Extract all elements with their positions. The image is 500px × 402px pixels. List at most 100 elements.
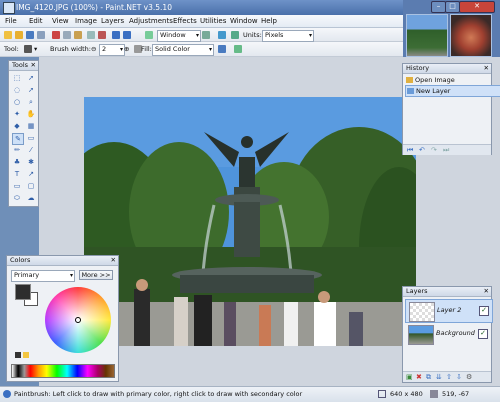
swap-colors-icon[interactable] — [15, 352, 21, 358]
line-icon[interactable]: ↗ — [26, 169, 36, 179]
layer-thumbnail — [408, 325, 434, 345]
move-selection-icon[interactable]: ➚ — [26, 73, 36, 83]
brush-width-input[interactable]: 2 ▾ — [99, 44, 125, 56]
menu-utilities[interactable]: Utilities — [200, 17, 226, 25]
zoom-in-icon[interactable] — [202, 31, 210, 39]
menu-view[interactable]: View — [52, 17, 69, 25]
undo-icon[interactable]: ↶ — [419, 146, 425, 154]
image-tab-second[interactable] — [450, 14, 492, 57]
chevron-down-icon: ▾ — [308, 32, 312, 39]
units-value: Pixels — [265, 31, 284, 39]
redo-icon[interactable]: ↷ — [431, 146, 437, 154]
increase-icon[interactable]: ⊕ — [124, 45, 129, 53]
open-icon[interactable] — [15, 31, 23, 39]
menu-edit[interactable]: Edit — [29, 17, 43, 25]
minimize-button[interactable]: – — [431, 1, 446, 13]
units-dropdown[interactable]: Pixels ▾ — [262, 30, 314, 42]
decrease-icon[interactable]: ⊖ — [91, 45, 96, 53]
rectangle-icon[interactable]: ▭ — [12, 181, 22, 191]
image-tabs-strip: – □ ✕ — [403, 0, 500, 57]
cut-icon[interactable] — [52, 31, 60, 39]
menu-layers[interactable]: Layers — [101, 17, 124, 25]
print-icon[interactable] — [37, 31, 45, 39]
antialiasing-icon[interactable] — [218, 45, 226, 53]
paste-icon[interactable] — [74, 31, 82, 39]
image-canvas[interactable] — [84, 97, 416, 346]
color-picker-icon[interactable]: ⁄ — [26, 145, 36, 155]
clone-stamp-icon[interactable]: ♣ — [12, 157, 22, 167]
ellipse-select-icon[interactable]: ○ — [12, 97, 22, 107]
history-item[interactable]: Open Image — [405, 75, 499, 85]
new-icon[interactable] — [4, 31, 12, 39]
layer-visibility-checkbox[interactable]: ✓ — [478, 329, 488, 339]
fast-forward-icon[interactable]: ⏭ — [443, 146, 449, 155]
merge-layer-icon[interactable]: ⇊ — [436, 373, 442, 381]
move-up-icon[interactable]: ⇧ — [446, 373, 452, 381]
fill-dropdown[interactable]: Solid Color ▾ — [152, 44, 214, 56]
text-icon[interactable]: T — [12, 169, 22, 179]
menu-window[interactable]: Window — [230, 17, 258, 25]
magic-wand-icon[interactable]: ✦ — [12, 109, 22, 119]
menu-file[interactable]: File — [5, 17, 17, 25]
freeform-shape-icon[interactable]: ☁ — [26, 193, 36, 203]
menu-effects[interactable]: Effects — [173, 17, 197, 25]
layer-row-selected[interactable]: Layer 2 ✓ — [405, 299, 493, 323]
layer-visibility-checkbox[interactable]: ✓ — [479, 306, 489, 316]
eraser-icon[interactable]: ▭ — [26, 133, 36, 143]
primary-color-swatch[interactable] — [15, 284, 31, 300]
close-icon[interactable]: ✕ — [484, 287, 489, 295]
chevron-down-icon[interactable]: ▾ — [34, 45, 37, 53]
delete-layer-icon[interactable]: ✖ — [416, 373, 422, 381]
layer-name: Background — [436, 329, 475, 337]
pan-icon[interactable]: ✋ — [26, 109, 36, 119]
color-mode-dropdown[interactable]: Primary ▾ — [11, 270, 75, 282]
history-controls: ⏮ ↶ ↷ ⏭ — [403, 144, 491, 155]
zoom-icon[interactable] — [145, 31, 153, 39]
color-palette[interactable] — [11, 364, 115, 378]
layer-properties-icon[interactable]: ⚙ — [466, 373, 472, 381]
move-selected-icon[interactable]: ➚ — [26, 85, 36, 95]
lasso-select-icon[interactable]: ◌ — [12, 85, 22, 95]
close-button[interactable]: ✕ — [459, 1, 495, 13]
crop-icon[interactable] — [87, 31, 95, 39]
paint-bucket-icon[interactable]: ◆ — [12, 121, 22, 131]
pencil-icon[interactable]: ✏ — [12, 145, 22, 155]
zoom-dropdown[interactable]: Window ▾ — [157, 30, 201, 42]
close-icon[interactable]: ✕ — [31, 61, 36, 69]
gradient-icon[interactable]: ▦ — [26, 121, 36, 131]
menu-adjustments[interactable]: Adjustments — [129, 17, 173, 25]
paintbrush-icon[interactable] — [24, 45, 32, 53]
color-wheel[interactable] — [45, 287, 111, 353]
move-down-icon[interactable]: ⇩ — [456, 373, 462, 381]
undo-icon[interactable] — [112, 31, 120, 39]
copy-icon[interactable] — [63, 31, 71, 39]
reset-colors-icon[interactable] — [23, 352, 29, 358]
menu-help[interactable]: Help — [261, 17, 277, 25]
blend-mode-icon[interactable] — [234, 45, 242, 53]
maximize-button[interactable]: □ — [445, 1, 460, 13]
units-label: Units: — [243, 31, 262, 39]
more-colors-button[interactable]: More >> — [79, 270, 113, 280]
add-layer-icon[interactable]: ▣ — [406, 373, 413, 381]
ellipse-icon[interactable]: ⬭ — [12, 193, 22, 203]
close-icon[interactable]: ✕ — [111, 256, 116, 264]
rounded-rectangle-icon[interactable]: ▢ — [26, 181, 36, 191]
history-item-selected[interactable]: New Layer — [405, 85, 500, 97]
rectangle-select-icon[interactable]: ⬚ — [12, 73, 22, 83]
tool-options-toolbar: Tool: ▾ Brush width: ⊖ 2 ▾ ⊕ Fill: Solid … — [0, 42, 403, 57]
paintbrush-tool-icon[interactable]: ✎ — [12, 133, 24, 145]
save-icon[interactable] — [26, 31, 34, 39]
close-icon[interactable]: ✕ — [484, 64, 489, 72]
zoom-tool-icon[interactable]: ⌕ — [26, 97, 36, 107]
duplicate-layer-icon[interactable]: ⧉ — [426, 373, 431, 382]
layer-row[interactable]: Background ✓ — [405, 323, 491, 345]
recolor-icon[interactable]: ✱ — [26, 157, 36, 167]
image-tab-fountain[interactable] — [406, 14, 448, 57]
grid-icon[interactable] — [218, 31, 226, 39]
rewind-icon[interactable]: ⏮ — [407, 146, 413, 155]
redo-icon[interactable] — [123, 31, 131, 39]
menu-image[interactable]: Image — [75, 17, 97, 25]
main-toolbar: Window ▾ Units: Pixels ▾ — [0, 28, 403, 42]
ruler-icon[interactable] — [231, 31, 239, 39]
deselect-icon[interactable] — [98, 31, 106, 39]
